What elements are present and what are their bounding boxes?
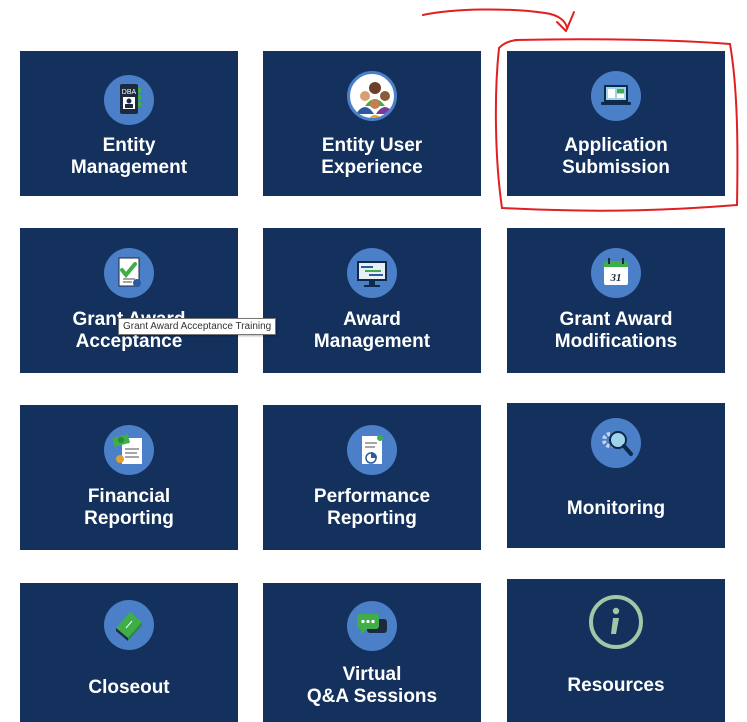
tile-label: Monitoring <box>566 498 666 519</box>
monitor-gantt-icon <box>347 248 397 298</box>
tile-virtual-qa-sessions[interactable]: Virtual Q&A Sessions <box>263 583 481 722</box>
info-icon <box>589 595 643 649</box>
tile-label: Virtual Q&A Sessions <box>306 664 438 707</box>
closed-book-icon <box>104 600 154 650</box>
tile-closeout[interactable]: Closeout <box>20 583 238 722</box>
tile-award-management[interactable]: Award Management <box>263 228 481 373</box>
tooltip: Grant Award Acceptance Training <box>118 318 277 335</box>
tile-label: Entity Management <box>70 135 188 178</box>
chat-bubble-icon <box>347 601 397 651</box>
tile-label: Resources <box>567 675 665 696</box>
svg-text:DBA: DBA <box>122 89 137 96</box>
tile-grant-award-acceptance[interactable]: Grant AwardAcceptance <box>20 228 238 373</box>
tile-entity-management[interactable]: DBA Entity Management <box>20 51 238 196</box>
tile-monitoring[interactable]: Monitoring <box>507 403 725 548</box>
user-group-icon <box>347 71 397 121</box>
tile-label: Financial Reporting <box>84 486 174 529</box>
tile-entity-user-experience[interactable]: Entity User Experience <box>263 51 481 196</box>
tile-grant-award-modifications[interactable]: 31 Grant Award Modifications <box>507 228 725 373</box>
tile-resources[interactable]: Resources <box>507 579 725 722</box>
chart-report-icon <box>347 425 397 475</box>
tile-label: Performance Reporting <box>313 486 431 529</box>
tile-performance-reporting[interactable]: Performance Reporting <box>263 405 481 550</box>
gear-magnifier-icon <box>591 418 641 468</box>
tile-financial-reporting[interactable]: Financial Reporting <box>20 405 238 550</box>
tile-label: Grant Award Modifications <box>554 309 678 352</box>
laptop-document-icon <box>591 71 641 121</box>
tile-label: Award Management <box>313 309 431 352</box>
calendar-icon: 31 <box>591 248 641 298</box>
checklist-icon <box>104 248 154 298</box>
tile-label: Application Submission <box>562 135 670 178</box>
tile-application-submission[interactable]: Application Submission <box>507 51 725 196</box>
svg-text:31: 31 <box>610 272 622 284</box>
tile-label: Entity User Experience <box>321 135 423 178</box>
money-report-icon <box>104 425 154 475</box>
tile-label: Closeout <box>88 677 170 698</box>
dba-badge-icon: DBA <box>104 75 154 125</box>
